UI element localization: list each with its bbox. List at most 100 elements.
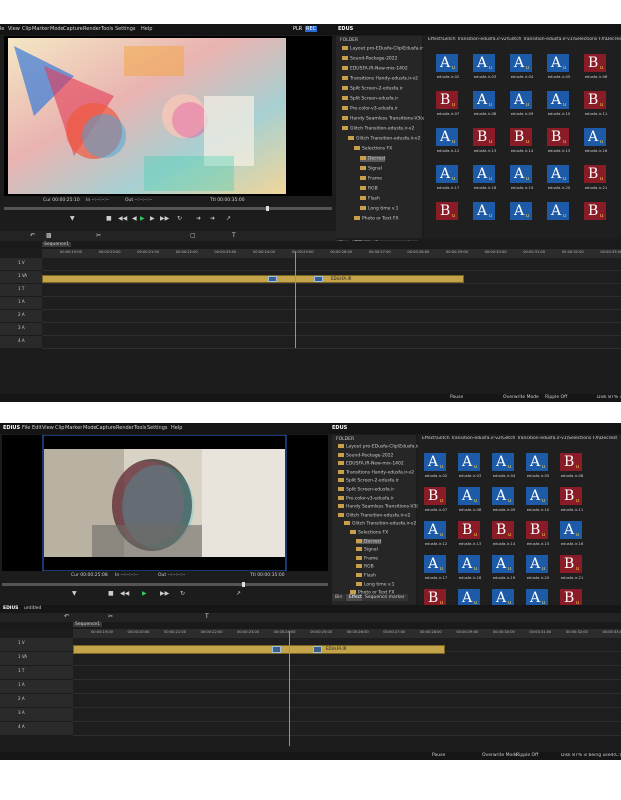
- track-header[interactable]: 1 T: [0, 284, 42, 297]
- effect-thumbnail[interactable]: Bu edusfa.ir-07: [424, 487, 447, 512]
- effect-thumbnail[interactable]: Au edusfa.ir-16: [560, 521, 583, 546]
- folder-item[interactable]: Photo or Text FX: [354, 216, 399, 222]
- menu-item-render-2[interactable]: Render: [116, 425, 134, 431]
- fast-forward-icon[interactable]: ▶▶: [160, 216, 169, 222]
- effect-thumbnail[interactable]: Au edusfa.ir-17: [436, 165, 459, 190]
- track-lane[interactable]: [42, 258, 621, 271]
- effect-thumbnail[interactable]: Au edusfa.ir-18: [473, 165, 496, 190]
- transition-marker-right-2[interactable]: [313, 646, 322, 653]
- menu-item-clip[interactable]: Clip: [22, 26, 31, 32]
- menu-item-file[interactable]: File: [0, 26, 4, 32]
- effect-thumbnail[interactable]: Bu edusfa.ir-21: [560, 555, 583, 580]
- plr-label[interactable]: PLR: [293, 26, 302, 32]
- scrub-knob-2[interactable]: [242, 582, 245, 587]
- folder-item[interactable]: Selections FX: [350, 530, 388, 536]
- track-lane[interactable]: [73, 722, 621, 736]
- folder-item[interactable]: Split Screen-2-edusfa.ir: [342, 86, 403, 92]
- track-lane[interactable]: [73, 694, 621, 708]
- effect-thumbnail[interactable]: Bu edusfa.ir-14: [510, 128, 533, 153]
- play-icon-2[interactable]: ▶: [142, 591, 147, 597]
- folder-item[interactable]: Flash: [356, 573, 376, 579]
- transition-marker[interactable]: [268, 276, 277, 282]
- menu-item-settings[interactable]: Settings: [115, 26, 136, 32]
- effect-thumbnail[interactable]: Bu edusfa.ir-21: [584, 165, 607, 190]
- menu-item-marker-2[interactable]: Marker: [65, 425, 82, 431]
- folder-item[interactable]: RGB: [360, 186, 378, 192]
- effect-thumbnail[interactable]: Au edusfa.ir-05: [526, 453, 549, 478]
- effect-thumbnail[interactable]: Au edusfa.ir-08: [473, 91, 496, 116]
- track-header[interactable]: 1 T: [0, 666, 73, 680]
- player-monitor[interactable]: [4, 36, 332, 196]
- effect-thumbnail[interactable]: Au edusfa.ir-09: [492, 487, 515, 512]
- loop-icon[interactable]: ↻: [177, 216, 182, 222]
- play-icon[interactable]: ▶: [140, 216, 145, 222]
- effect-thumbnail[interactable]: Au edusfa.ir-02: [436, 54, 459, 79]
- effect-thumbnail[interactable]: Bu edusfa.ir-07: [436, 91, 459, 116]
- folder-item[interactable]: Decrest: [356, 538, 382, 545]
- effect-thumbnail[interactable]: Bu edusfa.ir-13: [473, 128, 496, 153]
- timeline-ruler[interactable]: 00:00:19:00 00:00:20:00 00:00:21:00 00:00:2…: [42, 249, 621, 258]
- track-lane[interactable]: [73, 666, 621, 680]
- set-in-icon-2[interactable]: ▼: [72, 591, 77, 597]
- effect-thumbnail[interactable]: Au: [547, 202, 569, 220]
- folder-item[interactable]: Layout pro-EDusfa-Clip\Edusfa.ir: [342, 46, 423, 52]
- folder-item[interactable]: Long time v.1: [356, 581, 395, 587]
- player-scrub-bar[interactable]: [4, 206, 332, 211]
- effect-thumbnail[interactable]: Au edusfa.ir-19: [510, 165, 533, 190]
- effect-thumbnail[interactable]: Au edusfa.ir-03: [458, 453, 481, 478]
- folder-item[interactable]: RGB: [356, 564, 374, 570]
- sequence-tab[interactable]: Sequence1: [42, 242, 72, 247]
- menu-item-mode[interactable]: Mode: [50, 26, 64, 32]
- effect-thumbnail[interactable]: Au edusfa.ir-03: [473, 54, 496, 79]
- save-icon[interactable]: ▩: [46, 233, 52, 239]
- menu-item-file-2[interactable]: File: [22, 425, 30, 431]
- track-header[interactable]: 1 A: [0, 297, 42, 310]
- effect-thumbnail[interactable]: Au edusfa.ir-04: [510, 54, 533, 79]
- effect-thumbnail[interactable]: Bu edusfa.ir-06: [584, 54, 607, 79]
- folder-item[interactable]: Glitch Transition-edusfa.ir-v2: [338, 512, 410, 518]
- timeline-ruler-2[interactable]: 00:00:19:00 00:00:20:00 00:00:21:00 00:00:2…: [73, 629, 621, 638]
- transition-marker-2[interactable]: [272, 646, 281, 653]
- overwrite-icon[interactable]: ➜: [210, 216, 215, 222]
- effect-thumbnail[interactable]: Au edusfa.ir-08: [458, 487, 481, 512]
- folder-item[interactable]: Selections FX: [354, 146, 392, 152]
- track-header[interactable]: 3 A: [0, 323, 42, 336]
- title-icon[interactable]: T: [232, 233, 236, 239]
- track-header[interactable]: 4 A: [0, 336, 42, 349]
- player-monitor-2[interactable]: [2, 435, 328, 571]
- scrub-knob[interactable]: [266, 206, 269, 211]
- folder-item[interactable]: Signal: [356, 547, 378, 553]
- fast-forward-icon-2[interactable]: ▶▶: [160, 591, 169, 597]
- folder-item[interactable]: Transitions Handy-edusfa.ir-v2: [342, 76, 418, 82]
- menu-item-edit-2[interactable]: Edit: [32, 425, 42, 431]
- folder-item[interactable]: Glitch Transition-edusfa.ir-v2: [348, 136, 420, 142]
- effect-thumbnail[interactable]: Au edusfa.ir-04: [492, 453, 515, 478]
- track-lane[interactable]: [73, 652, 621, 666]
- effect-thumbnail[interactable]: Au edusfa.ir-09: [510, 91, 533, 116]
- effect-thumbnail[interactable]: Au edusfa.ir-02: [424, 453, 447, 478]
- step-forward-icon[interactable]: ▶: [150, 216, 155, 222]
- undo-icon[interactable]: ↶: [30, 233, 35, 239]
- folder-item[interactable]: Frame: [360, 176, 382, 182]
- stop-icon[interactable]: ■: [106, 216, 112, 222]
- effect-thumbnail[interactable]: Au edusfa.ir-05: [547, 54, 570, 79]
- effect-thumbnail[interactable]: Bu: [584, 202, 606, 220]
- timeline-cursor[interactable]: [295, 252, 296, 348]
- track-header[interactable]: 1 VA: [0, 652, 73, 666]
- track-lane[interactable]: [42, 297, 621, 310]
- track-lane[interactable]: [73, 708, 621, 722]
- effect-thumbnail[interactable]: Au edusfa.ir-12: [424, 521, 447, 546]
- rewind-icon-2[interactable]: ◀◀: [120, 591, 129, 597]
- effect-thumbnail[interactable]: Bu edusfa.ir-11: [560, 487, 583, 512]
- track-lane[interactable]: [73, 680, 621, 694]
- menu-item-clip-2[interactable]: Clip: [55, 425, 64, 431]
- tab-bin-2[interactable]: Bin: [332, 594, 346, 601]
- effect-thumbnail[interactable]: Au edusfa.ir-19: [492, 555, 515, 580]
- effect-thumbnail[interactable]: Bu edusfa.ir-15: [526, 521, 549, 546]
- effect-thumbnail[interactable]: Bu edusfa.ir-14: [492, 521, 515, 546]
- menu-item-tools[interactable]: Tools: [101, 26, 113, 32]
- effect-thumbnail[interactable]: Au edusfa.ir-12: [436, 128, 459, 153]
- effect-thumbnail[interactable]: Bu edusfa.ir-13: [458, 521, 481, 546]
- menu-item-settings-2[interactable]: Settings: [147, 425, 168, 431]
- track-header[interactable]: 1 V: [0, 638, 73, 652]
